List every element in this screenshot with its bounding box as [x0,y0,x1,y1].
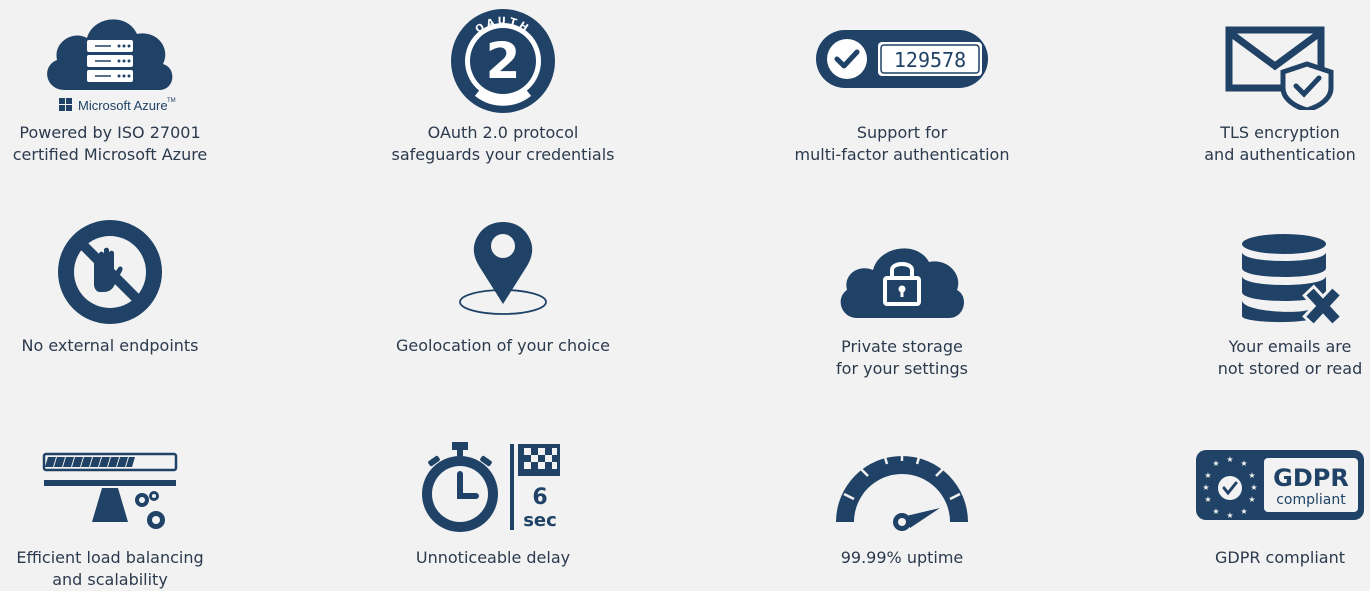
gdpr-badge-icon: ★ ★★ ★★★ ★★★ ★★★ GDPR compliant [1196,450,1364,520]
svg-text:★: ★ [1248,471,1255,480]
svg-text:★: ★ [1250,483,1257,492]
load-balance-icon [42,452,178,529]
no-hand-icon [58,220,162,324]
stopwatch-flag-icon: 6 sec [422,442,560,532]
svg-text:★: ★ [1202,483,1209,492]
azure-logo-text: Microsoft Azure [78,98,168,113]
oauth-badge-icon: OAUTH 2 [451,9,555,113]
database-x-icon [1242,234,1342,328]
token-check-icon: 129578 [816,30,988,88]
feature-caption: No external endpoints [21,336,199,355]
svg-text:★: ★ [1240,507,1247,516]
delay-value: 6 [532,485,547,510]
oauth-number: 2 [486,32,521,90]
cloud-server-icon: Microsoft Azure TM [47,19,176,113]
token-code: 129578 [894,48,966,72]
feature-caption: TLS encryption and authentication [1204,123,1356,164]
svg-text:★: ★ [1204,495,1211,504]
cloud-lock-icon [840,248,964,318]
feature-caption: Efficient load balancing and scalability [16,548,204,589]
feature-caption: Unnoticeable delay [415,548,571,567]
feature-caption: OAuth 2.0 protocol safeguards your crede… [391,123,615,164]
svg-text:★: ★ [1240,459,1247,468]
speedometer-icon [836,450,968,531]
map-pin-icon [459,222,547,315]
svg-text:TM: TM [167,98,176,104]
feature-caption: Geolocation of your choice [396,336,610,355]
delay-unit: sec [523,510,557,531]
svg-text:★: ★ [1226,455,1233,464]
feature-caption: Private storage for your settings [836,337,968,378]
svg-text:★: ★ [1204,471,1211,480]
svg-text:★: ★ [1226,511,1233,520]
svg-text:★: ★ [1248,495,1255,504]
svg-text:★: ★ [1212,459,1219,468]
feature-caption: 99.99% uptime [840,548,964,567]
feature-caption: Support for multi-factor authentication [794,123,1010,164]
envelope-shield-icon [1225,26,1334,110]
svg-text:★: ★ [1212,507,1219,516]
gdpr-title: GDPR [1273,464,1349,492]
feature-caption: GDPR compliant [1214,548,1345,567]
gdpr-subtitle: compliant [1276,492,1346,508]
feature-caption: Your emails are not stored or read [1217,337,1363,378]
feature-caption: Powered by ISO 27001 certified Microsoft… [12,123,208,164]
